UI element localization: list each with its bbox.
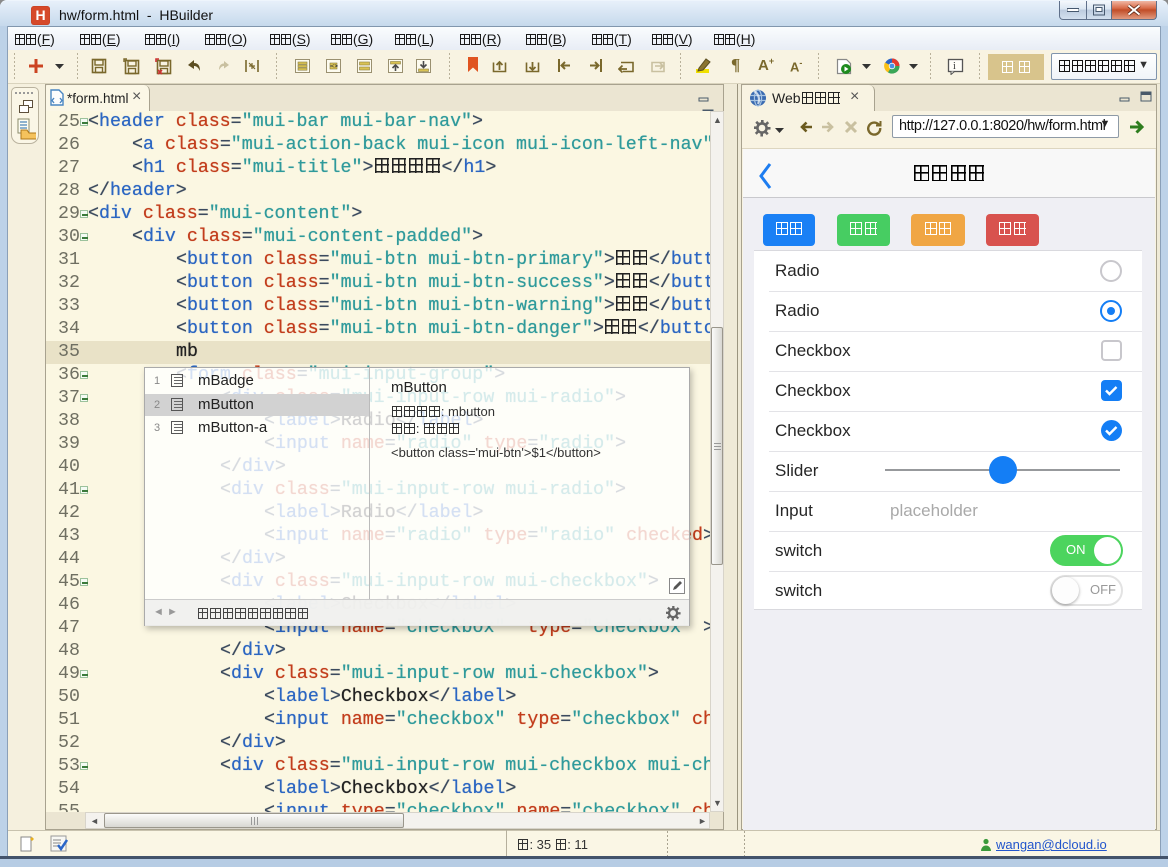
svg-text:<>: <> — [331, 64, 339, 70]
svg-text:i: i — [953, 61, 956, 72]
